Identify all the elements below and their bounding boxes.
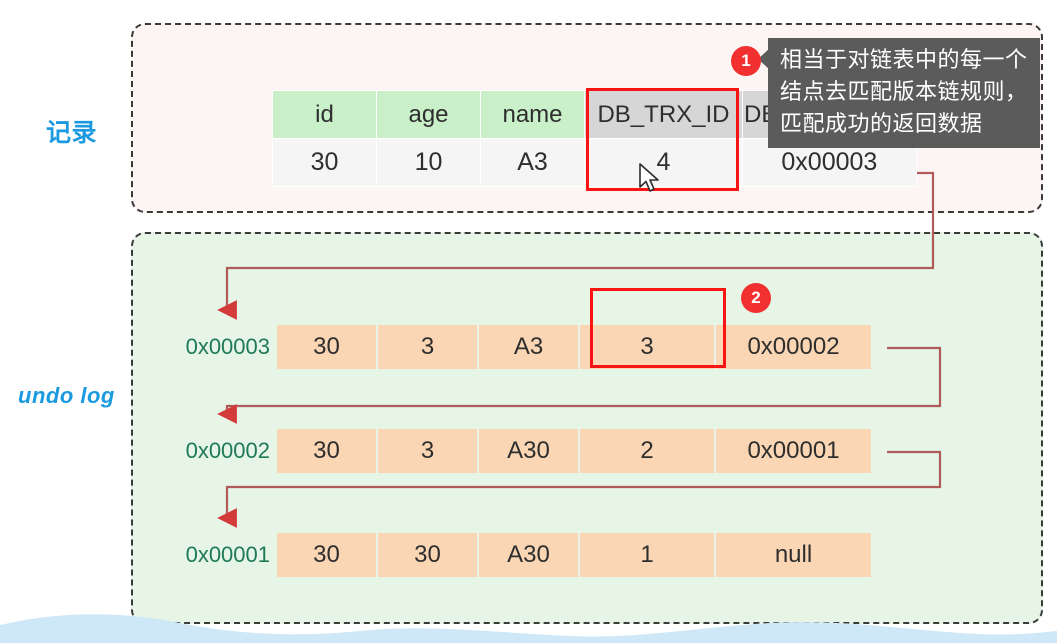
record-cell-age: 10 [376,138,481,187]
undo-cell-age: 30 [378,533,479,577]
step-badge-2: 2 [741,283,771,313]
undo-cell-db-roll-ptr: null [716,533,871,577]
undo-cell-db-trx-id: 3 [580,325,716,369]
record-header-id: id [272,90,377,139]
undo-address-3: 0x00001 [185,542,270,567]
undo-cell-name: A30 [479,533,580,577]
undo-cell-id: 30 [277,325,378,369]
record-header-db-trx-id: DB_TRX_ID [584,90,743,139]
undo-row-3: 30 30 A30 1 null [277,533,871,577]
undo-cell-id: 30 [277,429,378,473]
undo-cell-name: A3 [479,325,580,369]
undo-row-1: 30 3 A3 3 0x00002 [277,325,871,369]
record-header-age: age [376,90,481,139]
annotation-tooltip: 相当于对链表中的每一个结点去匹配版本链规则，匹配成功的返回数据 [768,38,1040,148]
undo-address-2: 0x00002 [185,438,270,463]
undo-cell-id: 30 [277,533,378,577]
record-cell-id: 30 [272,138,377,187]
undo-cell-name: A30 [479,429,580,473]
undo-cell-db-roll-ptr: 0x00001 [716,429,871,473]
diagram-canvas: 记录 undo log id age name DB_TRX_ID DB_ROL… [0,0,1057,643]
record-cell-db-trx-id: 4 [584,138,743,187]
undo-cell-db-trx-id: 1 [580,533,716,577]
step-badge-1: 1 [731,46,761,76]
undo-cell-db-roll-ptr: 0x00002 [716,325,871,369]
undo-address-1: 0x00003 [185,334,270,359]
record-cell-name: A3 [480,138,585,187]
undo-cell-age: 3 [378,429,479,473]
record-label: 记录 [46,119,98,147]
undo-log-label: undo log [18,383,115,408]
undo-cell-db-trx-id: 2 [580,429,716,473]
undo-cell-age: 3 [378,325,479,369]
undo-row-2: 30 3 A30 2 0x00001 [277,429,871,473]
record-header-name: name [480,90,585,139]
